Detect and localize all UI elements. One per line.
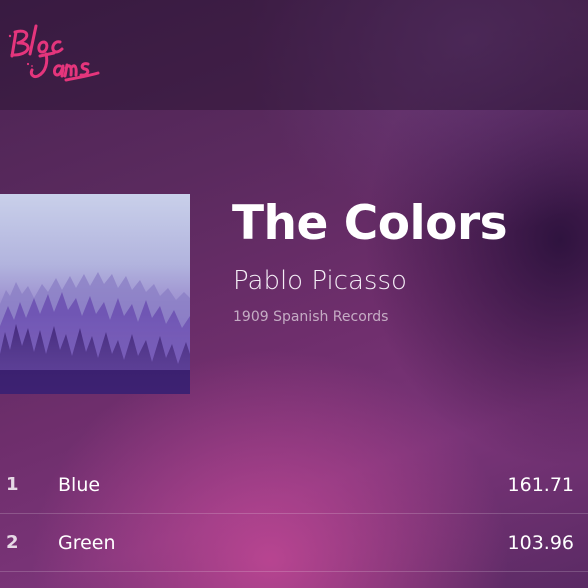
- album-release-info: 1909 Spanish Records: [233, 309, 389, 325]
- song-number: 1: [6, 474, 19, 495]
- song-number: 2: [6, 532, 19, 553]
- song-title: Green: [58, 532, 116, 554]
- song-row[interactable]: 2 Green 103.96: [0, 514, 588, 572]
- album-cover-art: [0, 194, 190, 394]
- bloc-jams-logo[interactable]: [8, 18, 100, 84]
- album-title: The Colors: [232, 196, 508, 251]
- song-duration: 103.96: [507, 532, 574, 554]
- song-list: 1 Blue 161.71 2 Green 103.96: [0, 456, 588, 572]
- song-duration: 161.71: [507, 474, 574, 496]
- song-row[interactable]: 1 Blue 161.71: [0, 456, 588, 514]
- navbar: [0, 0, 588, 110]
- song-title: Blue: [58, 474, 101, 496]
- album-artist: Pablo Picasso: [233, 266, 407, 296]
